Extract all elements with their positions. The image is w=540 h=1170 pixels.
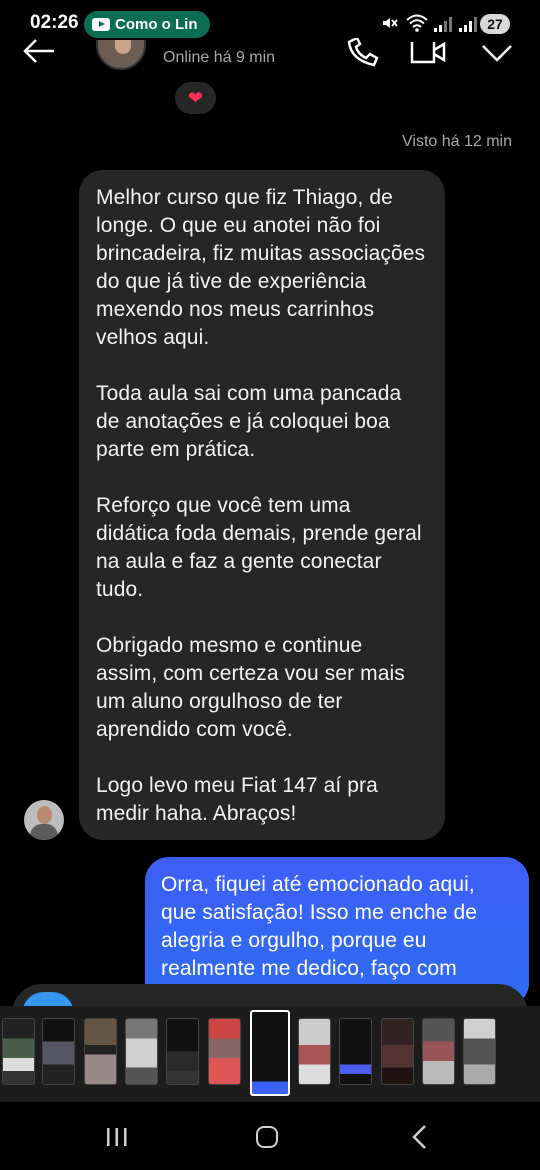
home-icon[interactable] xyxy=(256,1126,278,1148)
message-paragraph: Reforço que você tem uma didática foda d… xyxy=(96,494,422,601)
message-paragraph: Melhor curso que fiz Thiago, de longe. O… xyxy=(96,186,426,349)
incoming-message-bubble[interactable]: Melhor curso que fiz Thiago, de longe. O… xyxy=(79,170,445,840)
recent-apps-icon[interactable] xyxy=(105,1126,129,1148)
thumbnail[interactable] xyxy=(298,1018,331,1085)
contact-online-status: Online há 9 min xyxy=(163,49,276,66)
thumbnail[interactable] xyxy=(381,1018,414,1085)
screenshot-thumbnail-strip xyxy=(0,1006,540,1102)
phone-call-icon[interactable] xyxy=(346,38,380,68)
thumbnail[interactable] xyxy=(422,1018,455,1085)
seen-status: Visto há 12 min xyxy=(402,133,512,150)
thumbnail[interactable] xyxy=(463,1018,496,1085)
outgoing-message-text: Orra, fiquei até emocionado aqui, que sa… xyxy=(161,873,478,980)
heart-reaction[interactable]: ❤ xyxy=(175,82,216,114)
message-paragraph: Obrigado mesmo e continue assim, com cer… xyxy=(96,634,405,741)
thumbnail[interactable] xyxy=(208,1018,241,1085)
thumbnail[interactable] xyxy=(42,1018,75,1085)
thumbnail-selected[interactable] xyxy=(250,1010,290,1096)
system-navigation-bar xyxy=(0,1102,540,1170)
thumbnail[interactable] xyxy=(84,1018,117,1085)
thumbnail[interactable] xyxy=(2,1018,35,1085)
back-arrow-icon[interactable] xyxy=(22,38,56,64)
chevron-down-icon[interactable] xyxy=(480,40,514,66)
video-call-icon[interactable] xyxy=(410,38,446,68)
thumbnail[interactable] xyxy=(166,1018,199,1085)
avatar-body xyxy=(30,824,58,840)
thumbnail[interactable] xyxy=(125,1018,158,1085)
contact-avatar[interactable] xyxy=(96,40,146,70)
message-paragraph: Logo levo meu Fiat 147 aí pra medir haha… xyxy=(96,774,378,825)
chat-header: Online há 9 min xyxy=(0,30,540,80)
thumbnail[interactable] xyxy=(339,1018,372,1085)
avatar-face xyxy=(37,806,52,824)
sender-avatar[interactable] xyxy=(24,800,64,840)
back-icon[interactable] xyxy=(410,1124,428,1150)
message-paragraph: Toda aula sai com uma pancada de anotaçõ… xyxy=(96,382,402,461)
